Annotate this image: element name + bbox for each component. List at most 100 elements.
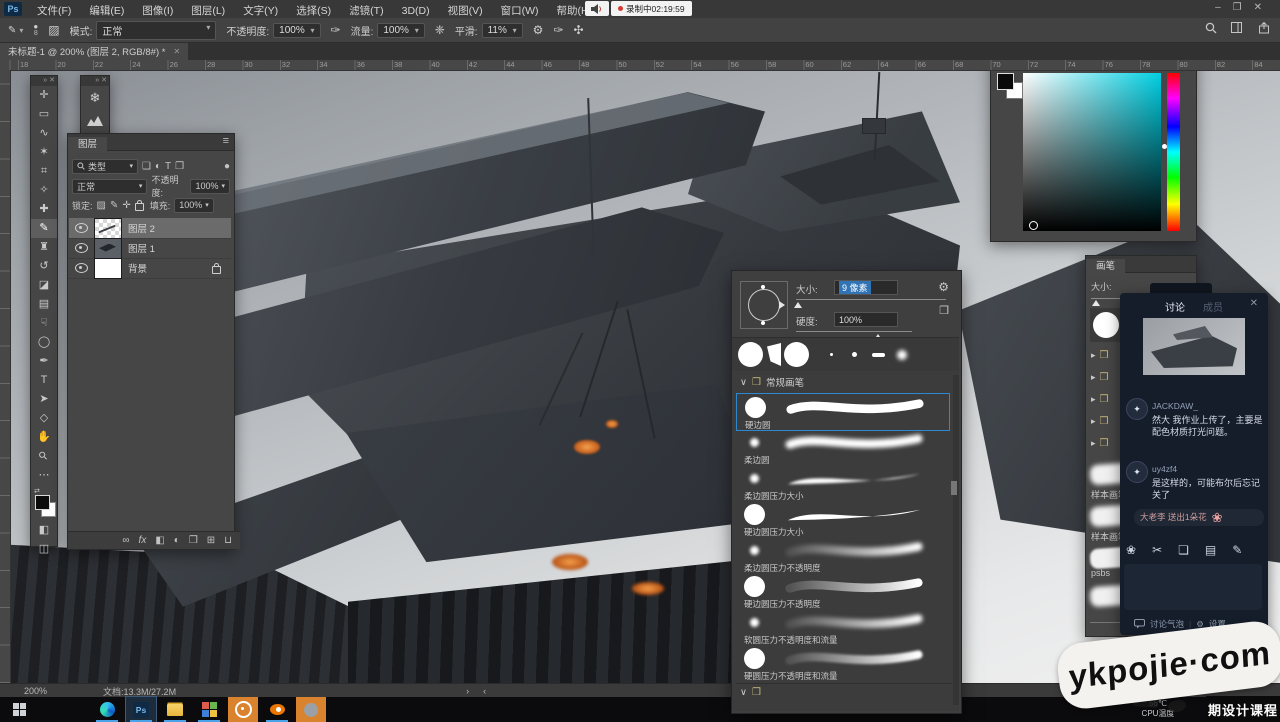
- healing-brush-tool[interactable]: ✚: [31, 200, 57, 219]
- adjustment-layer-icon[interactable]: ◐: [174, 535, 180, 546]
- layer-row-2[interactable]: 图层 2: [69, 218, 231, 239]
- quick-mask-icon[interactable]: ◧: [31, 521, 57, 540]
- flower-gift-icon[interactable]: ❀: [1126, 543, 1136, 557]
- quick-select-tool[interactable]: ✶: [31, 143, 57, 162]
- speaker-icon[interactable]: [585, 1, 609, 16]
- scrollbar-thumb[interactable]: [951, 481, 957, 495]
- status-next-icon[interactable]: ›: [466, 686, 469, 696]
- layers-menu-icon[interactable]: ≡: [223, 135, 229, 147]
- hue-strip[interactable]: [1167, 73, 1180, 231]
- edit-icon[interactable]: ✎: [1232, 543, 1242, 557]
- layer-fx-icon[interactable]: fx: [139, 535, 147, 546]
- filter-type-icon[interactable]: T: [165, 161, 171, 172]
- layer-thumbnail[interactable]: [94, 218, 122, 239]
- shared-image-thumbnail[interactable]: [1143, 318, 1245, 375]
- blend-mode-select[interactable]: 正常▾: [96, 21, 216, 40]
- speech-bubble-icon[interactable]: [1134, 619, 1145, 629]
- menu-file[interactable]: 文件(F): [28, 0, 80, 18]
- smoothing-gear-icon[interactable]: ⚙: [533, 23, 544, 37]
- menu-image[interactable]: 图像(I): [133, 0, 182, 18]
- marquee-tool[interactable]: ▭: [31, 105, 57, 124]
- swap-colors-icon[interactable]: ⇄: [34, 487, 40, 495]
- recent-brush[interactable]: [738, 342, 763, 367]
- crop-tool[interactable]: ⌗: [31, 162, 57, 181]
- symmetry-icon[interactable]: ✣: [574, 23, 584, 37]
- search-icon[interactable]: [1205, 22, 1217, 34]
- foreground-color[interactable]: [997, 73, 1014, 90]
- add-mask-icon[interactable]: ◧: [155, 535, 164, 546]
- taskbar-photoshop[interactable]: Ps: [126, 697, 156, 722]
- brush-gear-icon[interactable]: ⚙: [938, 280, 949, 294]
- new-preset-icon[interactable]: ❐: [939, 304, 949, 317]
- histogram-panel-icon[interactable]: [81, 110, 109, 134]
- brush-tool[interactable]: ✎: [31, 219, 57, 238]
- dock-folder-row[interactable]: ▸❒: [1091, 416, 1109, 427]
- minimize-button[interactable]: –: [1215, 2, 1233, 13]
- opacity-select[interactable]: 100% ▾: [273, 23, 320, 38]
- avatar[interactable]: ✦: [1126, 461, 1148, 483]
- layers-tab[interactable]: 图层: [68, 137, 107, 153]
- history-brush-tool[interactable]: ↺: [31, 257, 57, 276]
- foreground-color[interactable]: [35, 495, 50, 510]
- layer-name[interactable]: 图层 2: [128, 221, 155, 235]
- dock-folder-row[interactable]: ▸❒: [1091, 350, 1109, 361]
- brush-preset-soft-pressure-opacity[interactable]: 柔边圆压力不透明度: [736, 537, 948, 573]
- menu-3d[interactable]: 3D(D): [393, 2, 439, 17]
- brush-group-header[interactable]: ∨❒ 常规画笔: [732, 374, 959, 390]
- chat-close-icon[interactable]: ✕: [1250, 298, 1258, 309]
- brush-hardness-field[interactable]: 100%: [834, 312, 898, 327]
- menu-select[interactable]: 选择(S): [287, 0, 340, 18]
- screen-mode-icon[interactable]: ◫: [31, 540, 57, 559]
- flow-select[interactable]: 100% ▾: [377, 23, 424, 38]
- filter-toggle-icon[interactable]: ●: [224, 161, 230, 172]
- brush-preset-hard-round[interactable]: 硬边圆: [736, 393, 950, 431]
- airbrush-icon[interactable]: ❈: [435, 23, 445, 37]
- brush-size-slider[interactable]: [796, 299, 946, 300]
- taskbar-explorer[interactable]: [160, 697, 190, 722]
- avatar[interactable]: ✦: [1126, 398, 1148, 420]
- menu-type[interactable]: 文字(Y): [234, 0, 287, 18]
- status-prev-icon[interactable]: ‹: [483, 686, 486, 696]
- brush-hardness-slider[interactable]: [796, 331, 912, 332]
- document-tab[interactable]: 未标题-1 @ 200% (图层 2, RGB/8#) * ✕: [0, 42, 188, 60]
- brush-preset-soft-pressure-size[interactable]: 柔边圆压力大小: [736, 465, 948, 501]
- recent-brush[interactable]: [897, 350, 907, 360]
- lasso-tool[interactable]: ∿: [31, 124, 57, 143]
- brush-preset-picker[interactable]: ●8: [33, 23, 38, 37]
- pressure-size-icon[interactable]: ✑: [553, 23, 563, 37]
- layer-name[interactable]: 图层 1: [128, 241, 155, 255]
- dock-folder-row[interactable]: ▸❒: [1091, 394, 1109, 405]
- color-picker-ring[interactable]: [1029, 221, 1038, 230]
- tool-preset-icon[interactable]: ✎▾: [8, 25, 23, 36]
- layer-blend-select[interactable]: 正常▾: [72, 179, 147, 194]
- chat-username[interactable]: uy4zf4: [1152, 464, 1177, 474]
- smoothing-select[interactable]: 11% ▾: [482, 23, 523, 38]
- recent-brush[interactable]: [872, 353, 885, 357]
- brush-list-scrollbar[interactable]: [953, 375, 959, 705]
- share-icon[interactable]: [1258, 22, 1270, 34]
- visibility-eye-icon[interactable]: [75, 243, 88, 253]
- gradient-tool[interactable]: ▤: [31, 295, 57, 314]
- visibility-eye-icon[interactable]: [75, 263, 88, 273]
- tab-members[interactable]: 成员: [1203, 299, 1223, 314]
- tab-discussion[interactable]: 讨论: [1165, 299, 1185, 314]
- chat-username[interactable]: JACKDAW_: [1152, 401, 1198, 411]
- menu-filter[interactable]: 滤镜(T): [340, 0, 392, 18]
- taskbar-app-orange[interactable]: [296, 697, 326, 722]
- eraser-tool[interactable]: ◪: [31, 276, 57, 295]
- layer-row-background[interactable]: 背景: [69, 258, 231, 279]
- lock-all-icon[interactable]: [135, 203, 144, 211]
- close-button[interactable]: ✕: [1254, 2, 1274, 13]
- path-select-tool[interactable]: ➤: [31, 390, 57, 409]
- recent-brush[interactable]: [852, 352, 857, 357]
- start-button[interactable]: [4, 697, 34, 722]
- taskbar-blender[interactable]: [262, 697, 292, 722]
- brush-group-header-partial[interactable]: ∨❒: [736, 683, 952, 700]
- lock-paint-icon[interactable]: ✎: [110, 200, 118, 211]
- layer-row-1[interactable]: 图层 1: [69, 238, 231, 259]
- brush-size-handle[interactable]: [794, 302, 802, 308]
- sticker-icon[interactable]: ▤: [1205, 543, 1216, 557]
- clone-stamp-tool[interactable]: ♜: [31, 238, 57, 257]
- document-close-icon[interactable]: ✕: [173, 47, 180, 56]
- filter-adjust-icon[interactable]: ◐: [155, 161, 161, 172]
